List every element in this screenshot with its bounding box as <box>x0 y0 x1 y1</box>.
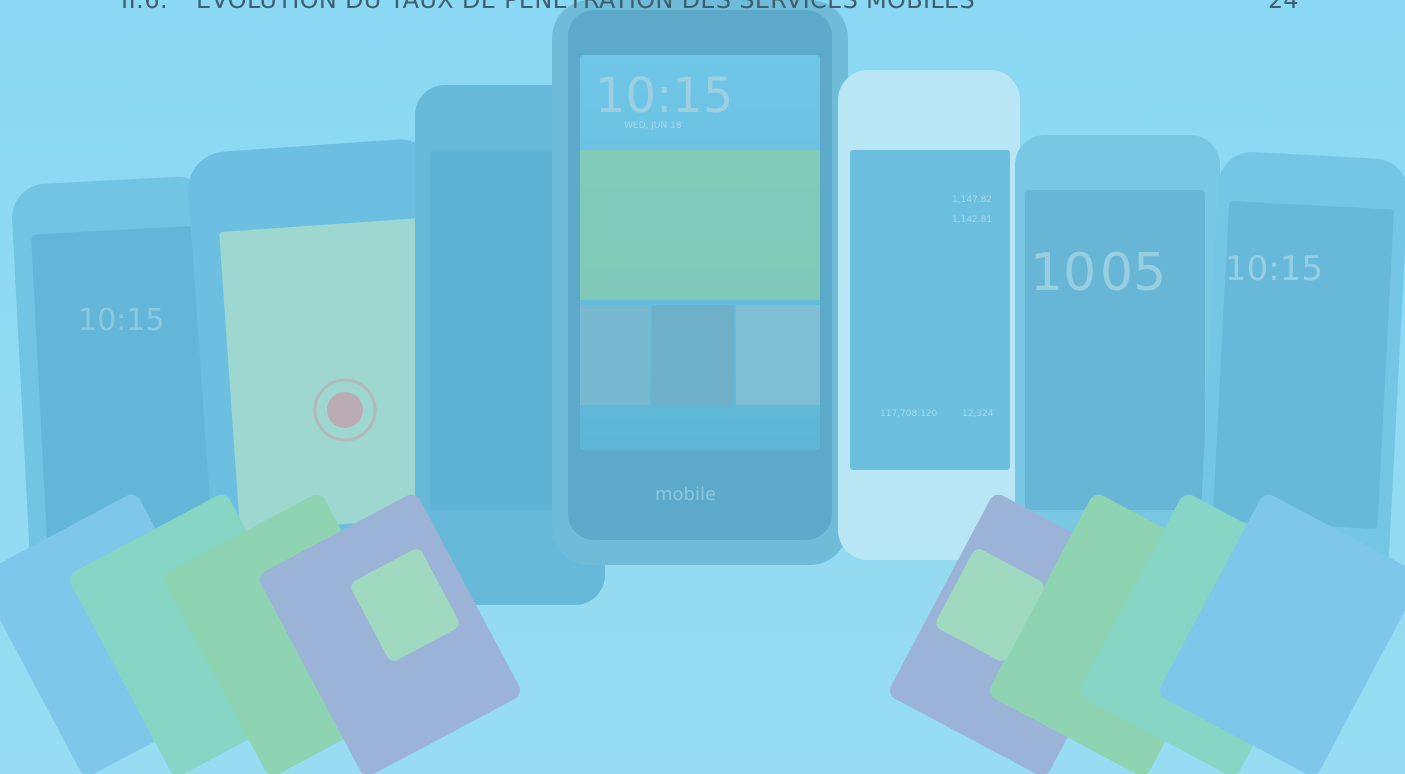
stock-value-4: 12,324 <box>962 409 994 419</box>
toc-entry-page: 24 <box>1268 0 1299 14</box>
right-phone-minutes: 05 <box>1100 243 1166 303</box>
right-phone-hours: 10 <box>1030 243 1096 303</box>
center-phone-brand: mobile <box>655 484 716 505</box>
toc-entry-number: II.6. <box>121 0 169 14</box>
toc-entry-title: EVOLUTION DU TAUX DE PENETRATION DES SER… <box>196 0 976 14</box>
left-phone-time: 10:15 <box>78 303 164 338</box>
stock-value-3: 117,708.120 <box>880 409 938 419</box>
center-phone-date: WED, JUN 18 <box>624 121 682 131</box>
phones-and-sim-cards-illustration: 10:15 WED, JUN 18 mobile 10 05 10:15 10:… <box>0 0 1405 774</box>
center-phone-time: 10:15 <box>595 68 733 124</box>
far-right-phone-time: 10:15 <box>1225 249 1323 289</box>
stock-value-1: 1,147.82 <box>952 195 992 205</box>
toc-entry[interactable]: II.6. EVOLUTION DU TAUX DE PENETRATION D… <box>0 0 1405 16</box>
stock-value-2: 1,142.81 <box>952 215 992 225</box>
phone-stocks <box>838 70 1020 560</box>
